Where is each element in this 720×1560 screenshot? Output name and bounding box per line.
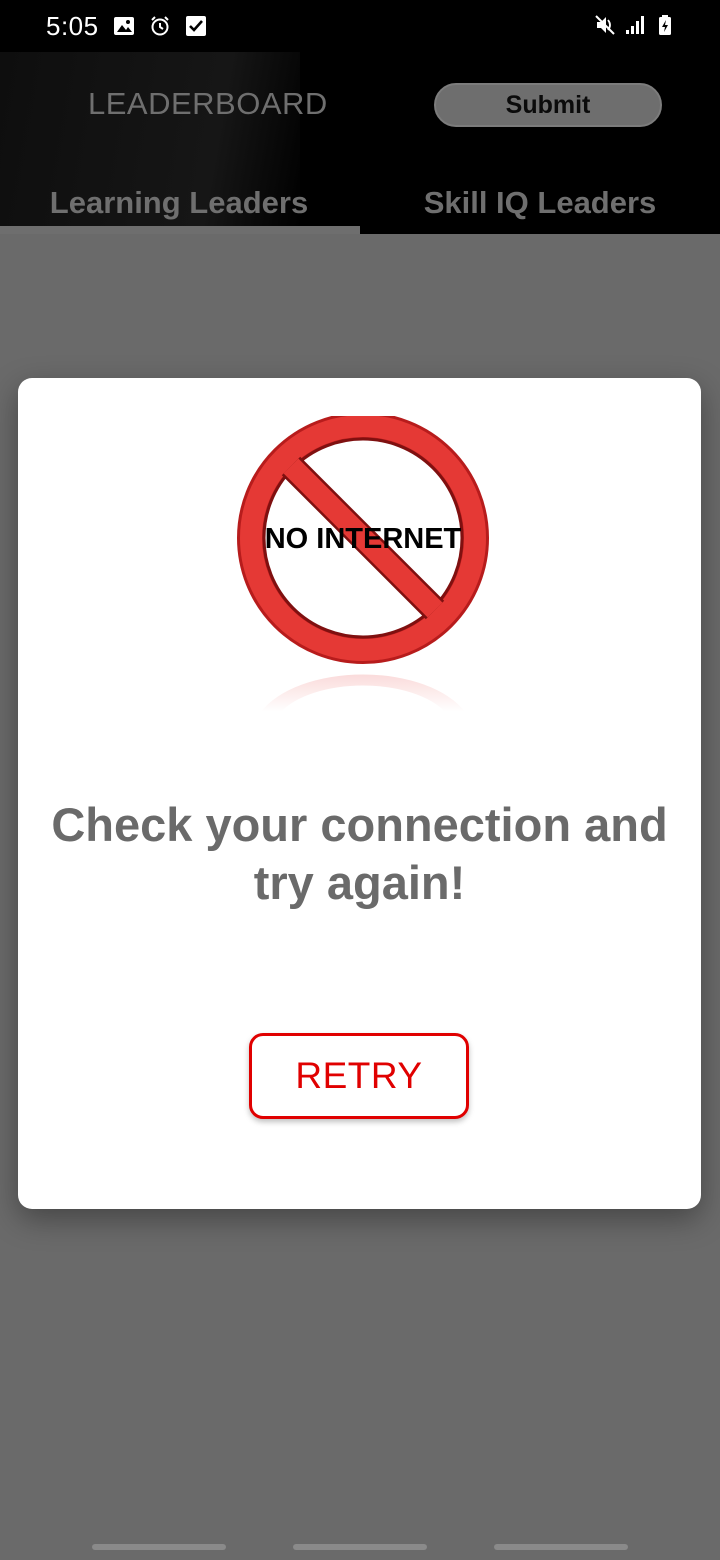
tab-label: Skill IQ Leaders [423, 185, 657, 220]
image-icon [113, 17, 134, 35]
app-title: LEADERBOARD [88, 86, 328, 121]
status-time: 5:05 [46, 10, 99, 41]
status-icons-left [113, 15, 207, 37]
submit-button[interactable]: Submit [434, 83, 662, 127]
checkbox-icon [185, 16, 206, 36]
signal-icon [626, 16, 644, 34]
home-button[interactable] [293, 1544, 427, 1550]
tab-learning-leaders[interactable]: Learning Leaders [0, 172, 360, 234]
battery-charging-icon [659, 15, 671, 35]
no-internet-icon: NO INTERNET [237, 416, 489, 712]
alarm-icon [150, 16, 169, 36]
tab-label: Learning Leaders [49, 185, 309, 220]
tab-skill-iq-leaders[interactable]: Skill IQ Leaders [360, 172, 720, 234]
app-header: LEADERBOARD Submit Learning Leaders Skil… [0, 52, 720, 234]
no-connection-dialog: NO INTERNET Check your connection and tr… [18, 378, 701, 1209]
back-button[interactable] [494, 1544, 628, 1550]
status-bar: 5:05 [0, 0, 720, 52]
tab-indicator [0, 226, 360, 234]
retry-button[interactable]: RETRY [249, 1033, 469, 1119]
status-icons-right [594, 14, 676, 36]
recents-button[interactable] [92, 1544, 226, 1550]
mute-icon [595, 15, 615, 35]
navigation-bar [0, 1530, 720, 1560]
graphic-text: NO INTERNET [265, 523, 462, 555]
dialog-message: Check your connection and try again! [51, 798, 668, 909]
